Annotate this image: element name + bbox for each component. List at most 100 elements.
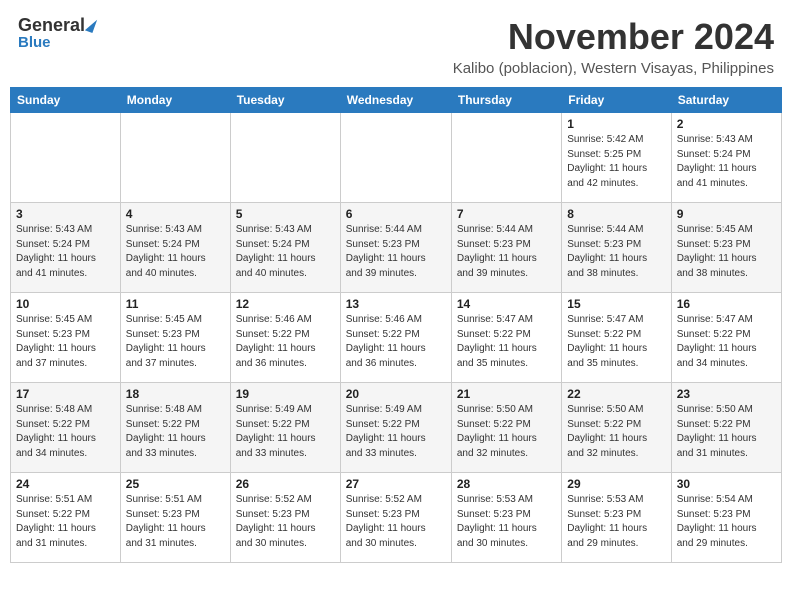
day-number: 11: [126, 297, 225, 311]
day-info: Sunrise: 5:45 AM Sunset: 5:23 PM Dayligh…: [16, 313, 115, 371]
day-info: Sunrise: 5:48 AM Sunset: 5:22 PM Dayligh…: [126, 403, 225, 461]
location-subtitle: Kalibo (poblacion), Western Visayas, Phi…: [453, 60, 774, 77]
day-info: Sunrise: 5:43 AM Sunset: 5:24 PM Dayligh…: [126, 223, 225, 281]
day-info: Sunrise: 5:45 AM Sunset: 5:23 PM Dayligh…: [677, 223, 776, 281]
day-number: 26: [236, 477, 335, 491]
day-info: Sunrise: 5:42 AM Sunset: 5:25 PM Dayligh…: [567, 133, 665, 191]
calendar-cell: 26Sunrise: 5:52 AM Sunset: 5:23 PM Dayli…: [230, 473, 340, 563]
day-info: Sunrise: 5:50 AM Sunset: 5:22 PM Dayligh…: [677, 403, 776, 461]
calendar-cell: 5 Sunrise: 5:43 AM Sunset: 5:24 PM Daylig…: [230, 203, 340, 293]
calendar-table: SundayMondayTuesdayWednesdayThursdayFrid…: [10, 87, 782, 563]
day-number: 25: [126, 477, 225, 491]
calendar-cell: 30Sunrise: 5:54 AM Sunset: 5:23 PM Dayli…: [671, 473, 781, 563]
day-number: 14: [457, 297, 556, 311]
day-number: 12: [236, 297, 335, 311]
day-number: 24: [16, 477, 115, 491]
weekday-header-sunday: Sunday: [11, 88, 121, 113]
page-header: General Blue November 2024 Kalibo (pobla…: [10, 10, 782, 83]
day-number: 6: [346, 207, 446, 221]
calendar-week-2: 10 Sunrise: 5:45 AM Sunset: 5:23 PM Dayli…: [11, 293, 782, 383]
day-info: Sunrise: 5:49 AM Sunset: 5:22 PM Dayligh…: [346, 403, 446, 461]
day-info: Sunrise: 5:49 AM Sunset: 5:22 PM Dayligh…: [236, 403, 335, 461]
day-info: Sunrise: 5:46 AM Sunset: 5:22 PM Dayligh…: [236, 313, 335, 371]
day-number: 4: [126, 207, 225, 221]
calendar-cell: 8 Sunrise: 5:44 AM Sunset: 5:23 PM Daylig…: [562, 203, 671, 293]
day-number: 2: [677, 117, 776, 131]
day-number: 29: [567, 477, 665, 491]
month-title: November 2024: [453, 16, 774, 58]
logo-blue: Blue: [18, 34, 51, 51]
day-info: Sunrise: 5:45 AM Sunset: 5:23 PM Dayligh…: [126, 313, 225, 371]
calendar-cell: 22Sunrise: 5:50 AM Sunset: 5:22 PM Dayli…: [562, 383, 671, 473]
weekday-header-friday: Friday: [562, 88, 671, 113]
day-info: Sunrise: 5:43 AM Sunset: 5:24 PM Dayligh…: [677, 133, 776, 191]
day-number: 1: [567, 117, 665, 131]
day-info: Sunrise: 5:52 AM Sunset: 5:23 PM Dayligh…: [346, 493, 446, 551]
day-number: 23: [677, 387, 776, 401]
calendar-cell: [451, 113, 561, 203]
day-number: 9: [677, 207, 776, 221]
calendar-cell: 19Sunrise: 5:49 AM Sunset: 5:22 PM Dayli…: [230, 383, 340, 473]
calendar-cell: 13Sunrise: 5:46 AM Sunset: 5:22 PM Dayli…: [340, 293, 451, 383]
calendar-cell: 10 Sunrise: 5:45 AM Sunset: 5:23 PM Dayli…: [11, 293, 121, 383]
day-info: Sunrise: 5:44 AM Sunset: 5:23 PM Dayligh…: [457, 223, 556, 281]
day-number: 30: [677, 477, 776, 491]
calendar-cell: 7 Sunrise: 5:44 AM Sunset: 5:23 PM Daylig…: [451, 203, 561, 293]
day-number: 10: [16, 297, 115, 311]
calendar-week-4: 24 Sunrise: 5:51 AM Sunset: 5:22 PM Dayli…: [11, 473, 782, 563]
calendar-week-0: 1 Sunrise: 5:42 AM Sunset: 5:25 PM Daylig…: [11, 113, 782, 203]
calendar-cell: 15Sunrise: 5:47 AM Sunset: 5:22 PM Dayli…: [562, 293, 671, 383]
day-number: 8: [567, 207, 665, 221]
day-number: 3: [16, 207, 115, 221]
logo: General Blue: [18, 16, 95, 51]
calendar-cell: [120, 113, 230, 203]
day-number: 13: [346, 297, 446, 311]
calendar-cell: 25 Sunrise: 5:51 AM Sunset: 5:23 PM Dayli…: [120, 473, 230, 563]
calendar-cell: [340, 113, 451, 203]
day-info: Sunrise: 5:47 AM Sunset: 5:22 PM Dayligh…: [457, 313, 556, 371]
calendar-cell: 2 Sunrise: 5:43 AM Sunset: 5:24 PM Daylig…: [671, 113, 781, 203]
calendar-cell: 20 Sunrise: 5:49 AM Sunset: 5:22 PM Dayli…: [340, 383, 451, 473]
day-number: 17: [16, 387, 115, 401]
calendar-cell: 23 Sunrise: 5:50 AM Sunset: 5:22 PM Dayli…: [671, 383, 781, 473]
day-info: Sunrise: 5:47 AM Sunset: 5:22 PM Dayligh…: [567, 313, 665, 371]
day-info: Sunrise: 5:50 AM Sunset: 5:22 PM Dayligh…: [457, 403, 556, 461]
day-number: 7: [457, 207, 556, 221]
calendar-cell: 21 Sunrise: 5:50 AM Sunset: 5:22 PM Dayli…: [451, 383, 561, 473]
calendar-week-3: 17 Sunrise: 5:48 AM Sunset: 5:22 PM Dayli…: [11, 383, 782, 473]
day-number: 18: [126, 387, 225, 401]
day-info: Sunrise: 5:44 AM Sunset: 5:23 PM Dayligh…: [567, 223, 665, 281]
logo-general: General: [18, 16, 85, 34]
calendar-cell: 27 Sunrise: 5:52 AM Sunset: 5:23 PM Dayli…: [340, 473, 451, 563]
calendar-cell: 1 Sunrise: 5:42 AM Sunset: 5:25 PM Daylig…: [562, 113, 671, 203]
day-info: Sunrise: 5:51 AM Sunset: 5:23 PM Dayligh…: [126, 493, 225, 551]
day-info: Sunrise: 5:48 AM Sunset: 5:22 PM Dayligh…: [16, 403, 115, 461]
calendar-cell: 24 Sunrise: 5:51 AM Sunset: 5:22 PM Dayli…: [11, 473, 121, 563]
day-info: Sunrise: 5:43 AM Sunset: 5:24 PM Dayligh…: [236, 223, 335, 281]
calendar-cell: 29Sunrise: 5:53 AM Sunset: 5:23 PM Dayli…: [562, 473, 671, 563]
calendar-cell: 17 Sunrise: 5:48 AM Sunset: 5:22 PM Dayli…: [11, 383, 121, 473]
calendar-cell: 4 Sunrise: 5:43 AM Sunset: 5:24 PM Daylig…: [120, 203, 230, 293]
weekday-header-tuesday: Tuesday: [230, 88, 340, 113]
day-number: 20: [346, 387, 446, 401]
day-number: 28: [457, 477, 556, 491]
calendar-cell: 11 Sunrise: 5:45 AM Sunset: 5:23 PM Dayli…: [120, 293, 230, 383]
day-info: Sunrise: 5:47 AM Sunset: 5:22 PM Dayligh…: [677, 313, 776, 371]
day-number: 27: [346, 477, 446, 491]
calendar-header-row: SundayMondayTuesdayWednesdayThursdayFrid…: [11, 88, 782, 113]
day-info: Sunrise: 5:44 AM Sunset: 5:23 PM Dayligh…: [346, 223, 446, 281]
weekday-header-monday: Monday: [120, 88, 230, 113]
weekday-header-thursday: Thursday: [451, 88, 561, 113]
calendar-cell: 28 Sunrise: 5:53 AM Sunset: 5:23 PM Dayli…: [451, 473, 561, 563]
day-number: 21: [457, 387, 556, 401]
calendar-cell: 16 Sunrise: 5:47 AM Sunset: 5:22 PM Dayli…: [671, 293, 781, 383]
day-info: Sunrise: 5:53 AM Sunset: 5:23 PM Dayligh…: [457, 493, 556, 551]
day-info: Sunrise: 5:50 AM Sunset: 5:22 PM Dayligh…: [567, 403, 665, 461]
calendar-cell: 18 Sunrise: 5:48 AM Sunset: 5:22 PM Dayli…: [120, 383, 230, 473]
day-number: 5: [236, 207, 335, 221]
day-info: Sunrise: 5:51 AM Sunset: 5:22 PM Dayligh…: [16, 493, 115, 551]
title-block: November 2024 Kalibo (poblacion), Wester…: [453, 16, 774, 77]
weekday-header-saturday: Saturday: [671, 88, 781, 113]
day-number: 16: [677, 297, 776, 311]
calendar-cell: 9 Sunrise: 5:45 AM Sunset: 5:23 PM Daylig…: [671, 203, 781, 293]
